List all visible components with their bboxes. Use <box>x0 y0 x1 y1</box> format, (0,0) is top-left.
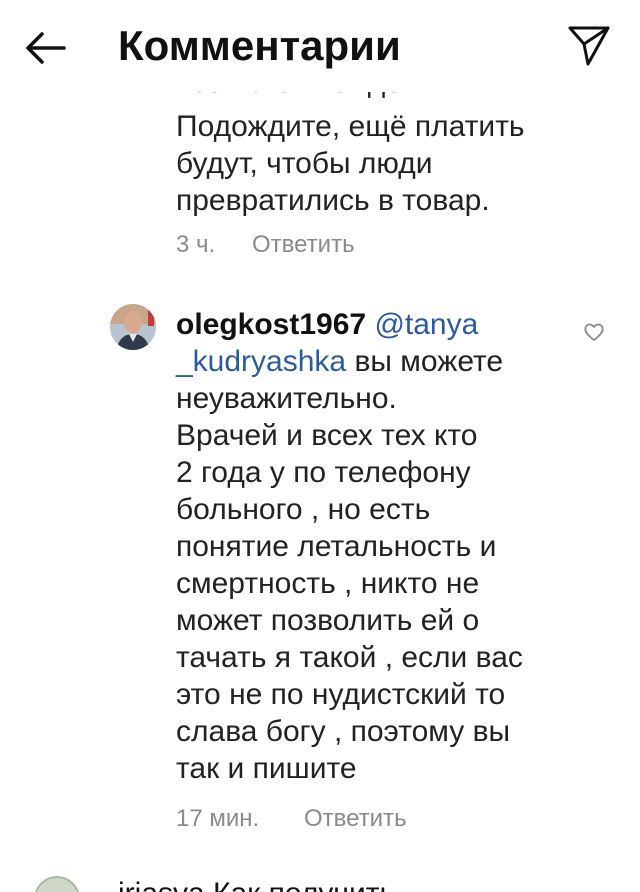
next-comment-partial: iriasva Как получить <box>0 862 640 892</box>
mention-link-continued[interactable]: _kudryashka <box>176 345 346 378</box>
comment-line: превратились в товар. <box>176 184 490 217</box>
comment-line: 2 года у по телефону <box>176 456 471 489</box>
comment-text-fragment: вы можете <box>354 345 504 378</box>
comment-line: это не по нудистский то <box>176 678 506 711</box>
comment-line: Подождите, ещё платить <box>176 110 525 143</box>
comment-first-line: olegkost1967 @tanya <box>176 306 523 343</box>
top-bar: Комментарии <box>0 0 640 92</box>
comment-line: будут, чтобы люди <box>176 147 433 180</box>
reply-button[interactable]: Ответить <box>252 230 355 260</box>
comment-line: слава богу , поэтому вы <box>176 715 511 748</box>
comment-username[interactable]: olegkost1967 <box>176 308 366 341</box>
avatar[interactable] <box>110 304 156 350</box>
page-title: Комментарии <box>118 22 401 69</box>
previous-comment-text: Подождите, ещё платить будут, чтобы люди… <box>176 108 525 219</box>
arrow-left-icon <box>26 32 66 64</box>
comment-line: больного , но есть <box>176 493 431 526</box>
comment-timestamp: 17 мин. <box>176 805 260 832</box>
like-button[interactable] <box>582 320 606 344</box>
comment-text: olegkost1967 @tanya _kudryashka вы может… <box>176 306 523 787</box>
comment-line: понятие летальность и <box>176 530 497 563</box>
comment-line: тачать я такой , если вас <box>176 641 523 674</box>
user-photo <box>35 876 79 892</box>
comment-line: неуважительно. <box>176 382 397 415</box>
reply-button[interactable]: Ответить <box>304 804 407 834</box>
paper-plane-icon <box>568 26 610 66</box>
mention-link[interactable]: @tanya <box>374 308 478 341</box>
comment-line: может позволить ей о <box>176 604 480 637</box>
heart-icon <box>584 323 604 341</box>
comment-line: так и пишите <box>176 752 357 785</box>
comment-second-line: _kudryashka вы можете <box>176 343 523 380</box>
share-button[interactable] <box>566 22 612 68</box>
next-comment-text: iriasva Как получить <box>118 876 395 892</box>
comment-line: смертность , никто не <box>176 567 480 600</box>
user-photo <box>110 304 156 350</box>
back-button[interactable] <box>20 22 72 74</box>
comment-line: Врачей и всех тех кто <box>176 419 478 452</box>
avatar[interactable] <box>34 876 80 892</box>
previous-comment-timestamp: 3 ч. <box>176 231 216 258</box>
